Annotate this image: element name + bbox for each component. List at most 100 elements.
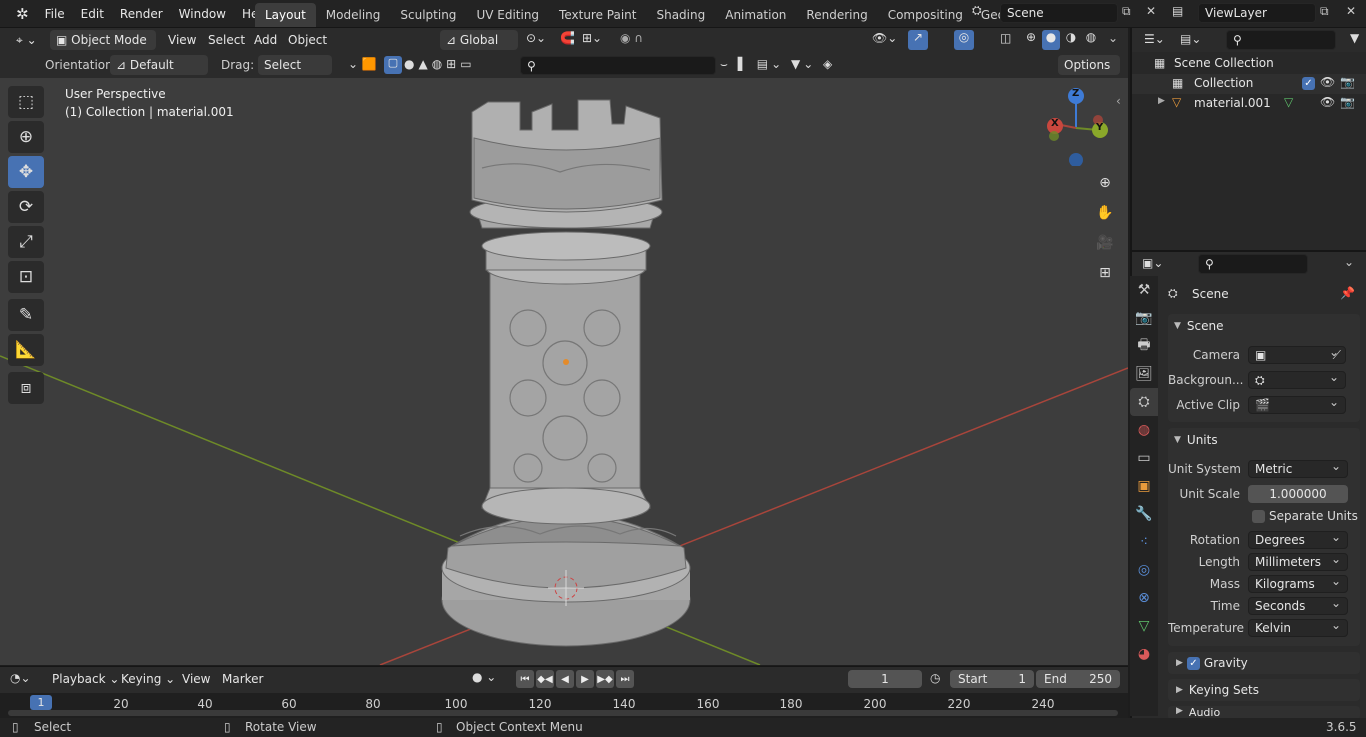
snap-target-icon[interactable]: ⊞⌄ bbox=[582, 31, 602, 45]
unit-scale-field[interactable]: 1.000000 bbox=[1248, 485, 1348, 503]
zoom-icon[interactable]: ⊕ bbox=[1092, 170, 1118, 196]
wireframe-shading-icon[interactable]: ⊕ bbox=[1022, 30, 1040, 50]
modifier-tab-icon[interactable]: 🔧 bbox=[1130, 500, 1158, 528]
background-field[interactable]: ⛭ bbox=[1248, 369, 1346, 389]
camera-field[interactable]: ▣ ⟋ bbox=[1248, 344, 1346, 364]
drag-dropdown[interactable]: Select Box bbox=[258, 55, 332, 92]
tab-shading[interactable]: Shading bbox=[646, 3, 715, 27]
view-layer-selector[interactable]: ViewLayer bbox=[1198, 3, 1316, 23]
start-frame-field[interactable]: Start 1 bbox=[950, 670, 1034, 688]
rotate-tool-icon[interactable]: ⟳ bbox=[8, 191, 44, 223]
solid-shading-icon[interactable]: ● bbox=[1042, 30, 1060, 50]
tab-sculpting[interactable]: Sculpting bbox=[390, 3, 466, 27]
outliner-editor-icon[interactable]: ☰⌄ bbox=[1144, 32, 1165, 46]
display-mode-icon[interactable]: ▤⌄ bbox=[1180, 32, 1201, 46]
tab-layout[interactable]: Layout bbox=[255, 3, 316, 27]
cursor-tool-icon[interactable]: ⊕ bbox=[8, 121, 44, 153]
rendered-shading-icon[interactable]: ◍ bbox=[1082, 30, 1100, 50]
keying-menu[interactable]: Keying ⌄ bbox=[115, 669, 181, 689]
shading-options-icon[interactable]: ⌄ bbox=[1108, 31, 1118, 45]
tab-animation[interactable]: Animation bbox=[715, 3, 796, 27]
menu-object[interactable]: Object bbox=[282, 30, 333, 50]
outliner-search-input[interactable]: ⚲ bbox=[1226, 30, 1336, 50]
pin-icon[interactable]: 📌 bbox=[1340, 286, 1355, 300]
view-layer-tab-icon[interactable]: 🖼 bbox=[1130, 360, 1158, 388]
new-view-layer-icon[interactable]: ⧉ bbox=[1320, 4, 1329, 19]
collection-exclude-checkbox[interactable]: ✓ bbox=[1302, 77, 1315, 90]
properties-editor-icon[interactable]: ▣⌄ bbox=[1142, 256, 1163, 270]
properties-search-input[interactable]: ⚲ bbox=[1198, 254, 1308, 274]
pivot-point-icon[interactable]: ⊙⌄ bbox=[526, 31, 546, 45]
pan-hand-icon[interactable]: ✋ bbox=[1092, 200, 1118, 226]
play-reverse-icon[interactable]: ◀ bbox=[556, 670, 574, 688]
length-dropdown[interactable]: Millimeters bbox=[1248, 551, 1348, 571]
navigation-gizmo[interactable]: Z Y X bbox=[1040, 86, 1116, 167]
rotation-dropdown[interactable]: Degrees bbox=[1248, 529, 1348, 549]
3d-viewport[interactable]: User Perspective (1) Collection | materi… bbox=[0, 78, 1128, 665]
collection-visibility-eye-icon[interactable]: 👁 bbox=[1320, 75, 1335, 89]
end-frame-field[interactable]: End 250 bbox=[1036, 670, 1120, 688]
active-clip-field[interactable]: 🎬 bbox=[1248, 394, 1346, 414]
close-scene-icon[interactable]: ✕ bbox=[1146, 4, 1156, 18]
unit-system-dropdown[interactable]: Metric bbox=[1248, 458, 1348, 478]
new-scene-icon[interactable]: ⧉ bbox=[1122, 4, 1131, 19]
material-shading-icon[interactable]: ◑ bbox=[1062, 30, 1080, 50]
scene-icon[interactable]: ⛭ bbox=[972, 3, 994, 23]
render-tab-icon[interactable]: 📷 bbox=[1130, 304, 1158, 332]
time-dropdown[interactable]: Seconds bbox=[1248, 595, 1348, 615]
collection-tab-icon[interactable]: ▭ bbox=[1130, 444, 1158, 472]
timeline-editor-icon[interactable]: ◔⌄ bbox=[10, 671, 31, 685]
output-tab-icon[interactable]: 🖶 bbox=[1130, 332, 1158, 360]
tab-modeling[interactable]: Modeling bbox=[316, 3, 391, 27]
scale-tool-icon[interactable]: ⤢ bbox=[8, 226, 44, 258]
world-tab-icon[interactable]: ◍ bbox=[1130, 416, 1158, 444]
scene-panel-header[interactable]: ▼ Scene bbox=[1168, 314, 1360, 338]
orthographic-grid-icon[interactable]: ⊞ bbox=[1092, 260, 1118, 286]
blender-logo-icon[interactable]: ✲ bbox=[8, 5, 37, 23]
orientation-dropdown[interactable]: ⊿ Default bbox=[110, 55, 208, 75]
timeline-view-menu[interactable]: View bbox=[176, 669, 216, 689]
preview-range-clock-icon[interactable]: ◷ bbox=[930, 671, 940, 685]
options-dropdown[interactable]: Options bbox=[1058, 55, 1120, 75]
collection-render-camera-icon[interactable]: 📷 bbox=[1340, 75, 1355, 89]
gizmo-toggle-icon[interactable]: ↗ bbox=[908, 30, 928, 50]
mass-dropdown[interactable]: Kilograms bbox=[1248, 573, 1348, 593]
tool-tab-icon[interactable]: ⚒ bbox=[1130, 276, 1158, 304]
particles-tab-icon[interactable]: ⁖ bbox=[1130, 528, 1158, 556]
menu-render[interactable]: Render bbox=[112, 7, 171, 21]
outliner-object[interactable]: material.001 bbox=[1194, 96, 1271, 110]
scene-selector[interactable]: Scene bbox=[1000, 3, 1118, 23]
tab-texture-paint[interactable]: Texture Paint bbox=[549, 3, 646, 27]
prev-keyframe-icon[interactable]: ◆◀ bbox=[536, 670, 554, 688]
play-icon[interactable]: ▶ bbox=[576, 670, 594, 688]
sidebar-toggle-icon[interactable]: ‹ bbox=[1116, 94, 1121, 108]
menu-view[interactable]: View bbox=[162, 30, 202, 50]
next-keyframe-icon[interactable]: ▶◆ bbox=[596, 670, 614, 688]
annotate-tool-icon[interactable]: ✎ bbox=[8, 299, 44, 331]
jump-end-icon[interactable]: ⏭ bbox=[616, 670, 634, 688]
object-type-mesh-icon[interactable]: ▢ bbox=[384, 56, 402, 74]
transform-orientation[interactable]: ⊿ Global bbox=[440, 30, 518, 50]
expand-arrow-icon[interactable]: ▶ bbox=[1158, 96, 1165, 106]
physics-tab-icon[interactable]: ◎ bbox=[1130, 556, 1158, 584]
temperature-dropdown[interactable]: Kelvin bbox=[1248, 617, 1348, 637]
menu-file[interactable]: File bbox=[37, 7, 73, 21]
close-view-layer-icon[interactable]: ✕ bbox=[1346, 4, 1356, 18]
jump-start-icon[interactable]: ⏮ bbox=[516, 670, 534, 688]
measure-tool-icon[interactable]: 📐 bbox=[8, 334, 44, 366]
editor-type-icon[interactable]: ⌖ ⌄ bbox=[10, 30, 43, 50]
menu-window[interactable]: Window bbox=[171, 7, 234, 21]
playhead[interactable]: 1 bbox=[30, 695, 52, 710]
mode-selector[interactable]: ▣ Object Mode bbox=[50, 30, 156, 50]
add-cube-tool-icon[interactable]: ⧈ bbox=[8, 372, 44, 404]
outliner-collection[interactable]: Collection bbox=[1194, 76, 1253, 90]
camera-view-icon[interactable]: 🎥 bbox=[1092, 230, 1118, 256]
filter-icons[interactable]: ⌣ ▌ ▤⌄ ▼⌄ ◈ bbox=[720, 57, 835, 72]
tab-uv-editing[interactable]: UV Editing bbox=[466, 3, 549, 27]
object-render-camera-icon[interactable]: 📷 bbox=[1340, 95, 1355, 109]
snap-icon[interactable]: 🧲 bbox=[560, 31, 575, 45]
move-tool-icon[interactable]: ✥ bbox=[8, 156, 44, 188]
tab-rendering[interactable]: Rendering bbox=[796, 3, 877, 27]
tool-search-input[interactable]: ⚲ bbox=[520, 56, 716, 75]
select-box-tool-icon[interactable]: ⬚ bbox=[8, 86, 44, 118]
